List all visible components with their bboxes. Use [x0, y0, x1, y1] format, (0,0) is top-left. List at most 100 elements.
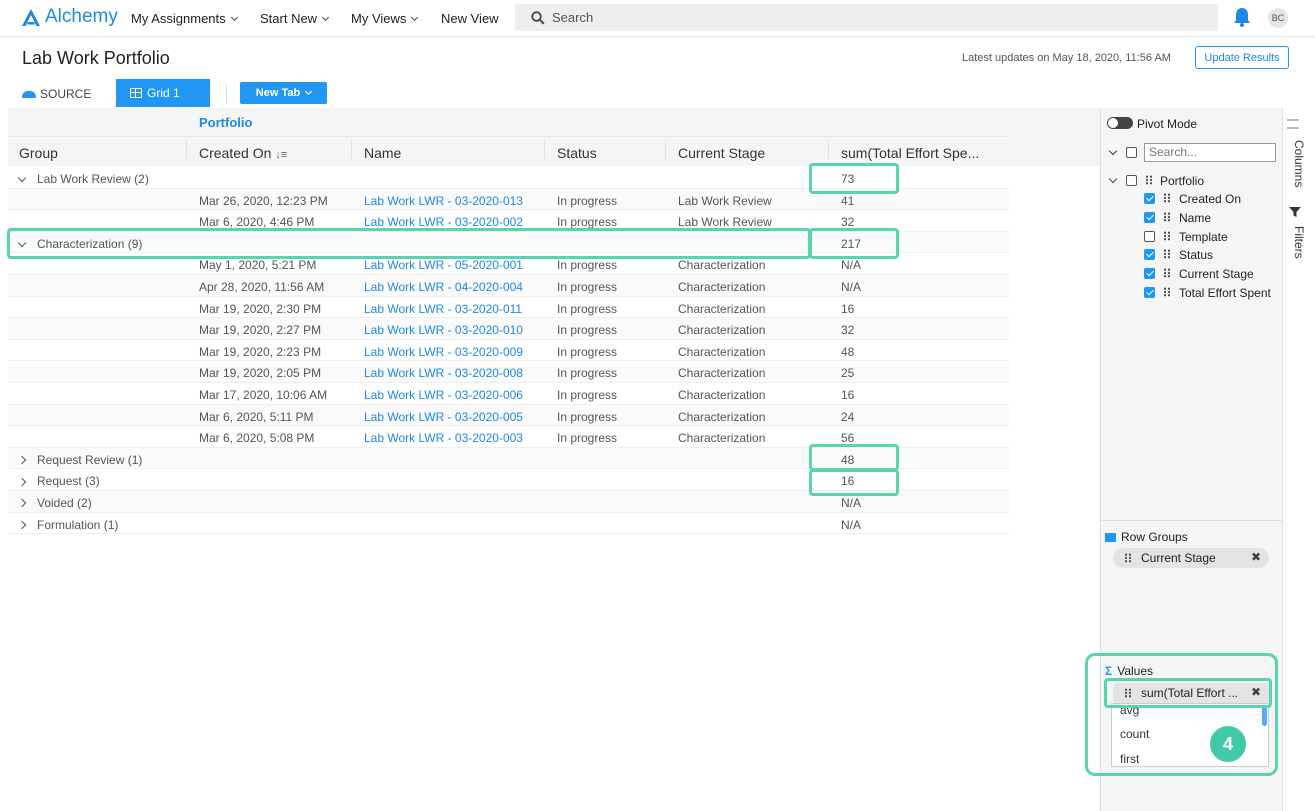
cell-created: Mar 17, 2020, 10:06 AM	[199, 388, 328, 402]
cell-sum-total-effort: N/A	[841, 258, 862, 273]
cell-name[interactable]: Lab Work LWR - 03-2020-010	[364, 323, 523, 337]
cell-stage: Characterization	[678, 431, 766, 446]
column-divider[interactable]	[544, 141, 545, 159]
side-tab-columns[interactable]: Columns	[1292, 140, 1306, 187]
drag-handle-icon[interactable]	[1145, 175, 1153, 185]
cell-sum-total-effort: 25	[841, 366, 855, 381]
drag-handle-icon[interactable]	[1163, 249, 1171, 260]
cell-stage: Lab Work Review	[678, 193, 772, 208]
cell-sum-total-effort: 16	[841, 301, 855, 316]
cell-name[interactable]: Lab Work LWR - 05-2020-001	[364, 258, 523, 272]
column-checkbox[interactable]	[1144, 287, 1155, 298]
remove-icon[interactable]: ✖	[1251, 550, 1261, 564]
sort-desc-icon[interactable]: ↓≡	[275, 149, 287, 161]
select-all-checkbox[interactable]	[1126, 147, 1137, 158]
nav-my-views[interactable]: My Views	[351, 11, 419, 26]
alchemy-logo[interactable]: Alchemy	[22, 6, 118, 28]
cell-stage: Characterization	[678, 323, 766, 338]
drag-handle-icon[interactable]	[1163, 287, 1171, 297]
cell-name[interactable]: Lab Work LWR - 04-2020-004	[364, 280, 523, 294]
cell-stage: Characterization	[678, 366, 766, 381]
menu-icon[interactable]	[1287, 119, 1299, 129]
chevron-right-icon[interactable]	[17, 455, 27, 465]
group-row[interactable]: Formulation (1) N/A	[8, 513, 1009, 535]
column-group-portfolio[interactable]: Portfolio	[199, 115, 252, 130]
column-item-label: Status	[1179, 248, 1214, 263]
table-row[interactable]: Mar 19, 2020, 2:05 PM Lab Work LWR - 03-2…	[8, 361, 1009, 383]
cell-status: In progress	[557, 193, 618, 208]
group-cell[interactable]: Request Review (1)	[17, 452, 143, 467]
update-results-button[interactable]: Update Results	[1195, 46, 1289, 69]
notification-bell-icon[interactable]	[1231, 6, 1253, 31]
cell-name[interactable]: Lab Work LWR - 03-2020-009	[364, 345, 523, 359]
pivot-mode-toggle[interactable]	[1107, 117, 1133, 129]
column-divider[interactable]	[665, 141, 666, 159]
drag-handle-icon[interactable]	[1163, 230, 1171, 241]
new-tab-button[interactable]: New Tab	[240, 82, 327, 104]
column-divider[interactable]	[351, 141, 352, 159]
cell-name[interactable]: Lab Work LWR - 03-2020-006	[364, 388, 523, 402]
column-divider[interactable]	[828, 141, 829, 159]
table-row[interactable]: Mar 19, 2020, 2:23 PM Lab Work LWR - 03-2…	[8, 340, 1009, 362]
chevron-right-icon[interactable]	[17, 499, 27, 508]
nav-my-assignments[interactable]: My Assignments	[131, 11, 238, 26]
column-header-current-stage[interactable]: Current Stage	[678, 145, 765, 161]
tab-divider	[226, 84, 227, 104]
group-cell[interactable]: Formulation (1)	[17, 518, 118, 532]
avatar[interactable]: BC	[1268, 8, 1288, 28]
column-header-status[interactable]: Status	[557, 145, 597, 161]
chevron-right-icon[interactable]	[17, 477, 27, 486]
search-icon	[531, 10, 545, 25]
cell-sum-total-effort: N/A	[841, 517, 862, 532]
row-group-pill[interactable]: Current Stage ✖	[1113, 548, 1269, 568]
column-header-created-on[interactable]: Created On ↓≡	[199, 145, 287, 161]
column-checkbox[interactable]	[1144, 211, 1155, 223]
cell-created: Mar 19, 2020, 2:30 PM	[199, 301, 322, 316]
cell-name[interactable]: Lab Work LWR - 03-2020-003	[364, 431, 523, 445]
tab-grid-1[interactable]: Grid 1	[116, 79, 210, 107]
cell-sum-total-effort: 24	[841, 409, 855, 424]
column-checkbox[interactable]	[1144, 268, 1155, 280]
table-row[interactable]: Apr 28, 2020, 11:56 AM Lab Work LWR - 04-…	[8, 275, 1009, 297]
chevron-down-icon[interactable]	[17, 174, 27, 183]
column-checkbox[interactable]	[1144, 193, 1155, 204]
portfolio-checkbox[interactable]	[1126, 175, 1137, 186]
cell-name[interactable]: Lab Work LWR - 03-2020-005	[364, 410, 523, 424]
nav-new-view[interactable]: New View	[441, 11, 499, 26]
group-cell[interactable]: Voided (2)	[17, 496, 92, 510]
alchemy-logo-icon	[22, 8, 40, 26]
cell-stage: Characterization	[678, 258, 766, 273]
column-header-sum-total-effort[interactable]: sum(Total Effort Spe...	[841, 145, 979, 161]
search-input[interactable]: Search	[515, 4, 1218, 31]
group-label: Request Review (1)	[37, 452, 143, 467]
cell-name[interactable]: Lab Work LWR - 03-2020-011	[364, 302, 522, 316]
nav-start-new[interactable]: Start New	[260, 11, 330, 26]
drag-handle-icon[interactable]	[1124, 553, 1132, 563]
side-tab-filters[interactable]: Filters	[1292, 226, 1306, 259]
group-label: Request (3)	[37, 474, 100, 489]
column-divider[interactable]	[186, 141, 187, 159]
table-row[interactable]: Mar 17, 2020, 10:06 AM Lab Work LWR - 03-…	[8, 383, 1009, 405]
panel-divider	[1100, 520, 1282, 521]
column-header-name[interactable]: Name	[364, 145, 401, 161]
drag-handle-icon[interactable]	[1163, 193, 1171, 203]
drag-handle-icon[interactable]	[1163, 211, 1171, 222]
column-item-label: Total Effort Spent	[1179, 286, 1271, 300]
cell-stage: Characterization	[678, 280, 766, 294]
cell-name[interactable]: Lab Work LWR - 03-2020-013	[364, 194, 523, 208]
group-cell[interactable]: Lab Work Review (2)	[17, 172, 149, 186]
table-row[interactable]: Mar 19, 2020, 2:30 PM Lab Work LWR - 03-2…	[8, 297, 1009, 319]
tab-source[interactable]: SOURCE	[22, 87, 91, 101]
chevron-down-icon	[322, 13, 330, 21]
column-checkbox[interactable]	[1144, 230, 1155, 242]
row-groups-icon	[1105, 532, 1116, 542]
column-header-group[interactable]: Group	[19, 145, 58, 161]
table-row[interactable]: Mar 19, 2020, 2:27 PM Lab Work LWR - 03-2…	[8, 318, 1009, 340]
table-row[interactable]: Mar 6, 2020, 5:11 PM Lab Work LWR - 03-20…	[8, 404, 1009, 427]
column-checkbox[interactable]	[1144, 249, 1155, 261]
column-search-input[interactable]: Search...	[1144, 143, 1276, 162]
drag-handle-icon[interactable]	[1163, 268, 1171, 279]
group-cell[interactable]: Request (3)	[17, 474, 100, 489]
cell-name[interactable]: Lab Work LWR - 03-2020-008	[364, 366, 523, 380]
chevron-right-icon[interactable]	[17, 520, 27, 530]
